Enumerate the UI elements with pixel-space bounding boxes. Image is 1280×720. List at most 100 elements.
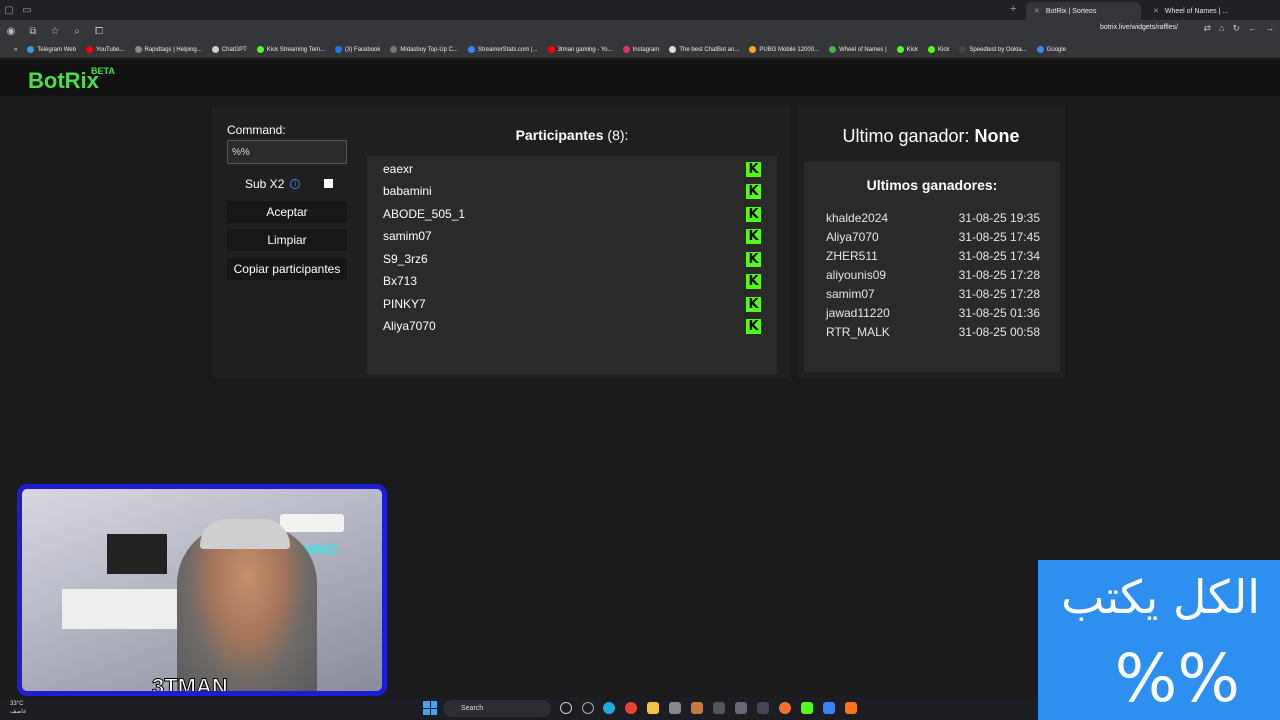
command-label: Command: bbox=[227, 123, 286, 137]
app-icon[interactable] bbox=[713, 702, 725, 714]
close-tab-icon[interactable]: ✕ bbox=[1034, 7, 1040, 15]
kick-icon: K bbox=[746, 251, 761, 267]
windows-taskbar: 33°C عاصف Search bbox=[0, 697, 1038, 720]
browser-tab-strip: ▢ ▭ ✕ BotRix | Sorteos ✕ Wheel of Names … bbox=[0, 0, 1280, 20]
calculator-icon[interactable] bbox=[757, 702, 769, 714]
firefox-icon[interactable] bbox=[779, 702, 791, 714]
bookmark-item[interactable]: Wheel of Names | bbox=[829, 46, 887, 53]
bookmark-item[interactable]: The best ChatBot an... bbox=[669, 46, 739, 53]
speedtest-icon bbox=[959, 46, 967, 53]
widgets-icon[interactable] bbox=[582, 702, 594, 714]
overlay-arabic-text: الكل يكتب bbox=[1061, 570, 1260, 624]
winner-row: khalde2024 31-08-25 19:35 bbox=[826, 211, 1040, 225]
vlc-icon[interactable] bbox=[845, 702, 857, 714]
bookmark-item[interactable]: PUBG Mobile 12000... bbox=[749, 46, 819, 53]
participant-row: S9_3rz6 K bbox=[383, 248, 761, 270]
winner-name: aliyounis09 bbox=[826, 268, 887, 282]
settings-icon[interactable]: ⇄ bbox=[1203, 23, 1211, 34]
winner-name: khalde2024 bbox=[826, 211, 889, 225]
address-bar: ◉ ⧉ ☆ ⌕ ⧠ botrix.live/widgets/raffles/ ⇄… bbox=[0, 20, 1280, 42]
tab-title: Wheel of Names | ... bbox=[1164, 7, 1229, 15]
sub-x2-checkbox[interactable] bbox=[324, 179, 333, 188]
clear-button[interactable]: Limpiar bbox=[227, 229, 347, 251]
bookmark-item[interactable]: Instagram bbox=[622, 46, 659, 53]
tab-icon[interactable]: ▭ bbox=[18, 0, 36, 20]
kick-icon: K bbox=[746, 183, 761, 199]
app-icon[interactable] bbox=[735, 702, 747, 714]
star-icon[interactable]: ☆ bbox=[44, 26, 66, 37]
temperature: 33°C bbox=[10, 701, 24, 707]
bookmark-item[interactable]: 3tman gaming - Yo... bbox=[547, 46, 613, 53]
extension-icon[interactable]: ⧠ bbox=[88, 26, 110, 37]
new-tab-icon[interactable]: + bbox=[1010, 3, 1016, 15]
winner-row: RTR_MALK 31-08-25 00:58 bbox=[826, 325, 1040, 339]
edge-icon[interactable] bbox=[603, 702, 615, 714]
participants-title: Participantes (8): bbox=[515, 127, 629, 143]
bookmark-item[interactable]: StreamerStats.com |... bbox=[468, 46, 538, 53]
photos-icon[interactable] bbox=[823, 702, 835, 714]
accept-button[interactable]: Aceptar bbox=[227, 201, 347, 223]
bookmark-item[interactable]: Speedtest by Ookla... bbox=[959, 46, 1027, 53]
tab-botrix[interactable]: ✕ BotRix | Sorteos bbox=[1026, 2, 1141, 20]
winner-date: 31-08-25 00:58 bbox=[958, 325, 1040, 339]
stream-text-overlay: الكل يكتب %% bbox=[1038, 560, 1280, 720]
bookmarks-toggle-icon[interactable]: « bbox=[14, 47, 17, 53]
bookmark-item[interactable]: Kick Streaming Tem... bbox=[256, 46, 325, 53]
winner-row: samim07 31-08-25 17:28 bbox=[826, 287, 1040, 301]
kick-icon: K bbox=[746, 273, 761, 289]
winner-row: ZHER511 31-08-25 17:34 bbox=[826, 249, 1040, 263]
reload-icon[interactable]: ↻ bbox=[1232, 23, 1240, 34]
winner-date: 31-08-25 17:28 bbox=[958, 268, 1040, 282]
winner-name: jawad11220 bbox=[826, 306, 890, 320]
sub-x2-option: Sub X2 i bbox=[245, 177, 301, 191]
botrix-logo[interactable]: BotRix bbox=[28, 68, 99, 94]
forward-icon[interactable]: → bbox=[1265, 23, 1274, 34]
back-icon[interactable]: ← bbox=[1248, 23, 1257, 34]
webcam-overlay: GAMING 3TMAN bbox=[17, 484, 387, 696]
tab-wheel-of-names[interactable]: ✕ Wheel of Names | ... bbox=[1145, 2, 1260, 20]
profile-icon[interactable]: ◉ bbox=[0, 26, 22, 37]
participant-name: PINKY7 bbox=[383, 297, 426, 311]
tab-menu-icon[interactable]: ▢ bbox=[0, 0, 18, 20]
instagram-icon bbox=[622, 46, 630, 53]
tab-search-icon[interactable]: ⧉ bbox=[22, 26, 44, 37]
bookmark-item[interactable]: Midasbuy Top-Up C... bbox=[390, 46, 458, 53]
taskbar-search[interactable]: Search bbox=[443, 700, 551, 717]
google-icon bbox=[1036, 46, 1044, 53]
bookmark-item[interactable]: ChatGPT bbox=[211, 46, 247, 53]
participant-name: S9_3rz6 bbox=[383, 252, 428, 266]
command-input[interactable] bbox=[227, 140, 347, 164]
kick-icon: K bbox=[746, 296, 761, 312]
participant-name: Bx713 bbox=[383, 274, 418, 288]
close-tab-icon[interactable]: ✕ bbox=[1153, 7, 1159, 15]
bookmark-item[interactable]: (3) Facebook bbox=[335, 46, 380, 53]
streamerstats-icon bbox=[468, 46, 475, 53]
bookmark-item[interactable]: Kick bbox=[896, 46, 918, 53]
bookmark-item[interactable]: Google bbox=[1036, 46, 1066, 53]
bookmark-item[interactable]: Kick bbox=[927, 46, 949, 53]
windows-start-icon[interactable] bbox=[423, 701, 437, 715]
webcam-tv bbox=[107, 534, 167, 574]
home-icon[interactable]: ⌂ bbox=[1219, 23, 1224, 34]
zoom-icon[interactable]: ⌕ bbox=[66, 26, 88, 37]
store-icon[interactable] bbox=[669, 702, 681, 714]
winner-date: 31-08-25 17:34 bbox=[958, 249, 1040, 263]
chrome-icon[interactable] bbox=[625, 702, 637, 714]
file-explorer-icon[interactable] bbox=[647, 702, 659, 714]
participant-row: Bx713 K bbox=[383, 270, 761, 292]
url-text[interactable]: botrix.live/widgets/raffles/ bbox=[1100, 24, 1178, 31]
bookmark-item[interactable]: Rapidtags | Helping... bbox=[134, 46, 202, 53]
weather-condition: عاصف bbox=[10, 709, 27, 715]
copy-participants-button[interactable]: Copiar participantes bbox=[227, 258, 347, 280]
bookmark-item[interactable]: YouTube... bbox=[85, 46, 125, 53]
participant-name: Aliya7070 bbox=[383, 319, 436, 333]
weather-widget[interactable]: 33°C عاصف bbox=[10, 700, 27, 716]
participant-row: ABODE_505_1 K bbox=[383, 203, 761, 225]
participant-row: Aliya7070 K bbox=[383, 315, 761, 337]
bookmark-item[interactable]: Telegram Web bbox=[27, 46, 76, 53]
youtube-icon bbox=[547, 46, 555, 53]
task-view-icon[interactable] bbox=[560, 702, 572, 714]
info-icon[interactable]: i bbox=[290, 179, 301, 189]
kick-icon[interactable] bbox=[801, 702, 813, 714]
app-icon[interactable] bbox=[691, 702, 703, 714]
